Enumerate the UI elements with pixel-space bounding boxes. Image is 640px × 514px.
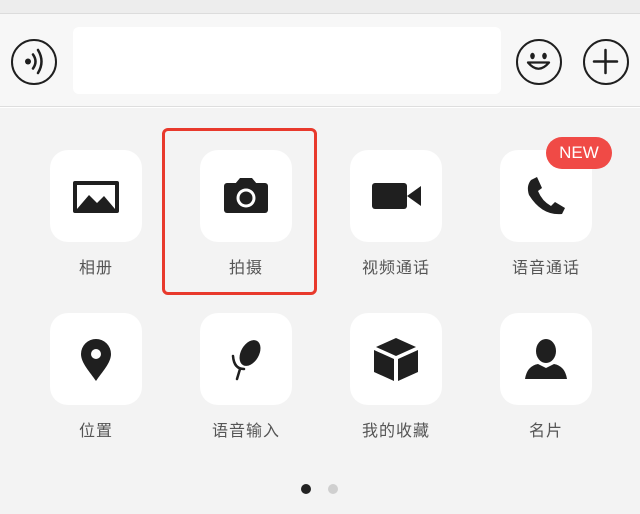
more-button[interactable] bbox=[583, 39, 629, 85]
emoji-button[interactable] bbox=[516, 39, 562, 85]
video-call-label: 视频通话 bbox=[361, 258, 430, 277]
favorites-item[interactable]: 我的收藏 bbox=[330, 313, 460, 463]
chat-input-bar bbox=[0, 14, 640, 107]
album-tile[interactable] bbox=[50, 150, 142, 242]
microphone-icon bbox=[231, 340, 261, 381]
smiley-face-icon bbox=[526, 52, 551, 70]
plus-icon bbox=[592, 48, 619, 75]
favorites-tile[interactable] bbox=[350, 313, 442, 405]
page-dot-active[interactable] bbox=[301, 484, 311, 494]
voice-input-label: 语音输入 bbox=[211, 421, 280, 440]
location-tile[interactable] bbox=[50, 313, 142, 405]
image-icon bbox=[73, 181, 119, 213]
voice-input-item[interactable]: 语音输入 bbox=[180, 313, 310, 463]
message-input[interactable] bbox=[73, 27, 501, 94]
box-icon bbox=[374, 338, 418, 381]
top-strip bbox=[0, 0, 640, 14]
voice-call-label: 语音通话 bbox=[511, 258, 580, 277]
new-badge: NEW bbox=[546, 137, 612, 169]
video-call-item[interactable]: 视频通话 bbox=[330, 150, 460, 300]
page-dot-inactive[interactable] bbox=[328, 484, 338, 494]
voice-input-tile[interactable] bbox=[200, 313, 292, 405]
page-indicator bbox=[0, 484, 640, 494]
capture-tile[interactable] bbox=[200, 150, 292, 242]
album-label: 相册 bbox=[78, 258, 113, 277]
album-item[interactable]: 相册 bbox=[30, 150, 160, 300]
voice-waves-icon bbox=[25, 48, 43, 75]
contact-card-tile[interactable] bbox=[500, 313, 592, 405]
video-camera-icon bbox=[372, 183, 421, 209]
contact-card-item[interactable]: 名片 bbox=[480, 313, 610, 463]
camera-icon bbox=[224, 178, 268, 213]
location-label: 位置 bbox=[78, 421, 113, 440]
contact-card-label: 名片 bbox=[528, 421, 563, 440]
location-pin-icon bbox=[81, 339, 111, 381]
voice-input-button[interactable] bbox=[11, 39, 57, 85]
capture-item[interactable]: 拍摄 bbox=[180, 150, 310, 300]
capture-label: 拍摄 bbox=[228, 258, 263, 277]
location-item[interactable]: 位置 bbox=[30, 313, 160, 463]
video-call-tile[interactable] bbox=[350, 150, 442, 242]
favorites-label: 我的收藏 bbox=[361, 421, 430, 440]
person-icon bbox=[525, 339, 567, 379]
voice-call-item[interactable]: 语音通话 bbox=[480, 150, 610, 300]
